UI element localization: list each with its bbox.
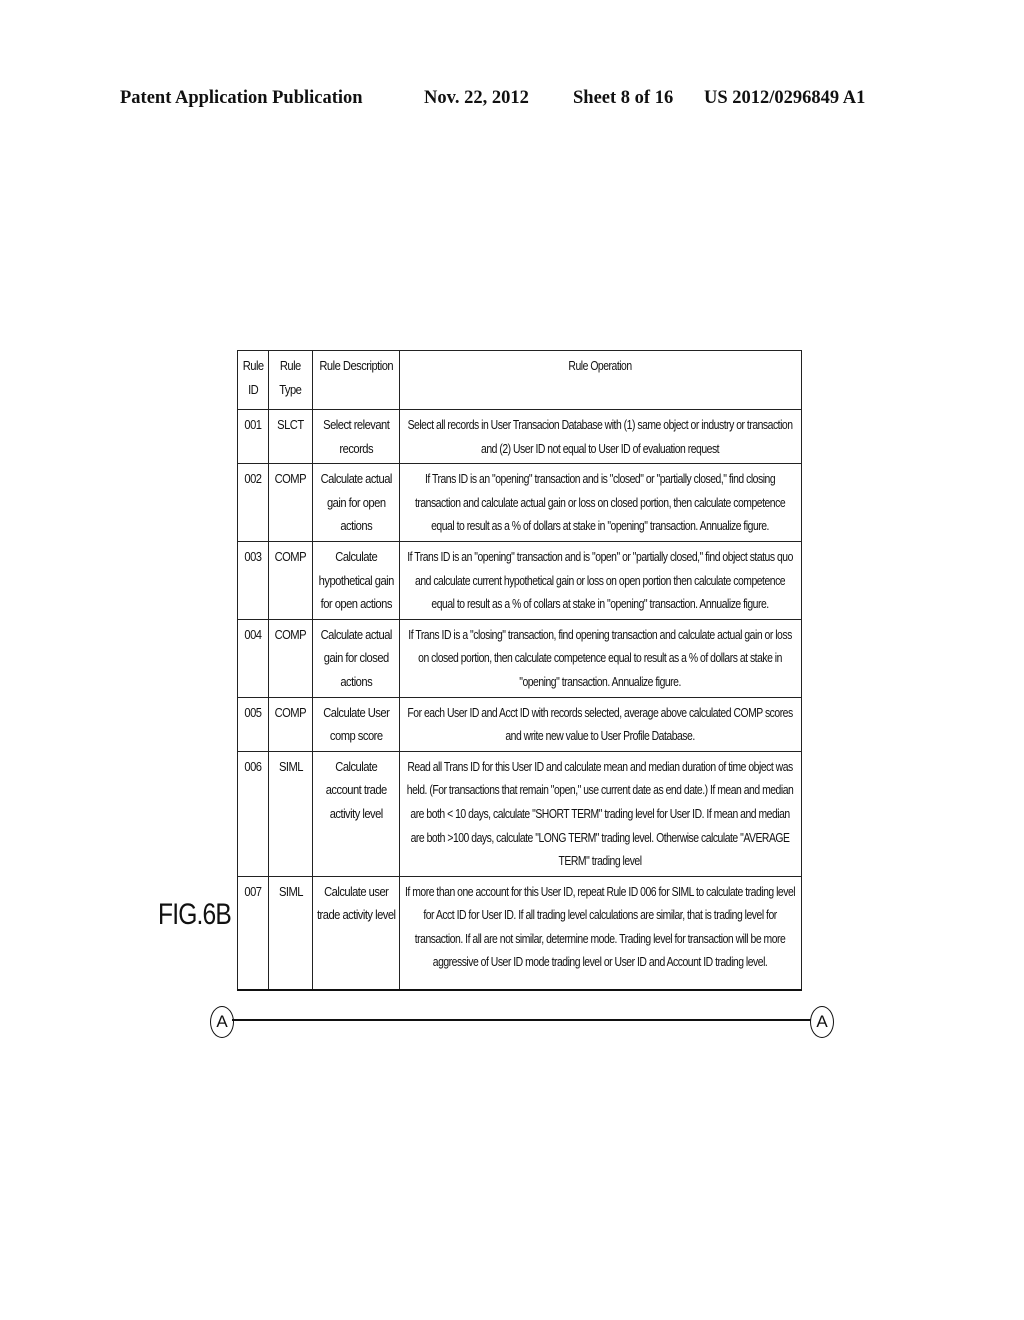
rule-description-cell: Calculate actual gain for open actions (311, 463, 400, 542)
rule-type-cell: COMP (268, 618, 313, 698)
rule-type-cell: SIML (268, 750, 313, 877)
rule-description-cell: Calculate actual gain for closed actions (311, 618, 400, 698)
rule-id-cell: 001 (236, 408, 270, 465)
column-header-rule-type: Rule Type (268, 350, 313, 410)
publication-title: Patent Application Publication (120, 88, 363, 108)
rule-id-cell: 006 (236, 750, 270, 877)
table-row: 001 SLCT Select relevant records Select … (236, 408, 803, 465)
rule-type-cell: COMP (268, 463, 313, 542)
rule-id-cell: 005 (236, 696, 270, 752)
connector-a-left: A (210, 1006, 234, 1038)
rule-id-cell: 004 (236, 618, 270, 698)
rule-id-cell: 002 (236, 463, 270, 542)
table-row: 003 COMP Calculate hypothetical gain for… (236, 540, 803, 620)
rules-table: Rule ID Rule Type Rule Description Rule … (236, 350, 803, 991)
sheet-number: Sheet 8 of 16 (573, 88, 674, 108)
rule-operation-cell: If more than one account for this User I… (398, 875, 803, 991)
table-header-row: Rule ID Rule Type Rule Description Rule … (236, 350, 803, 410)
rule-id-cell: 003 (236, 540, 270, 620)
rule-operation-cell: For each User ID and Acct ID with record… (398, 696, 803, 752)
table-row: 006 SIML Calculate account trade activit… (236, 750, 803, 877)
column-header-rule-description: Rule Description (311, 350, 400, 410)
rule-description-cell: Calculate user trade activity level (311, 875, 400, 991)
page-header: Patent Application Publication Nov. 22, … (0, 88, 1024, 118)
connector-line (232, 1019, 811, 1021)
rule-description-cell: Calculate User comp score (311, 696, 400, 752)
rule-id-cell: 007 (236, 875, 270, 991)
column-header-rule-id: Rule ID (236, 350, 270, 410)
rule-type-cell: COMP (268, 540, 313, 620)
rule-type-cell: COMP (268, 696, 313, 752)
rule-operation-cell: If Trans ID is an "opening" transaction … (398, 540, 803, 620)
rule-description-cell: Calculate account trade activity level (311, 750, 400, 877)
rule-operation-cell: If Trans ID is a "closing" transaction, … (398, 618, 803, 698)
column-header-rule-operation: Rule Operation (398, 350, 803, 410)
table-row: 005 COMP Calculate User comp score For e… (236, 696, 803, 752)
table-row: 007 SIML Calculate user trade activity l… (236, 875, 803, 991)
rule-operation-cell: If Trans ID is an "opening" transaction … (398, 463, 803, 542)
rule-operation-cell: Select all records in User Transacion Da… (398, 408, 803, 465)
publication-number: US 2012/0296849 A1 (704, 88, 866, 108)
rule-type-cell: SLCT (268, 408, 313, 465)
rule-description-cell: Select relevant records (311, 408, 400, 465)
rule-type-cell: SIML (268, 875, 313, 991)
rule-description-cell: Calculate hypothetical gain for open act… (311, 540, 400, 620)
publication-date: Nov. 22, 2012 (424, 88, 529, 108)
rule-operation-cell: Read all Trans ID for this User ID and c… (398, 750, 803, 877)
connector-a-right: A (810, 1006, 834, 1038)
table-row: 002 COMP Calculate actual gain for open … (236, 463, 803, 542)
figure-label: FIG.6B (158, 898, 232, 931)
table-row: 004 COMP Calculate actual gain for close… (236, 618, 803, 698)
